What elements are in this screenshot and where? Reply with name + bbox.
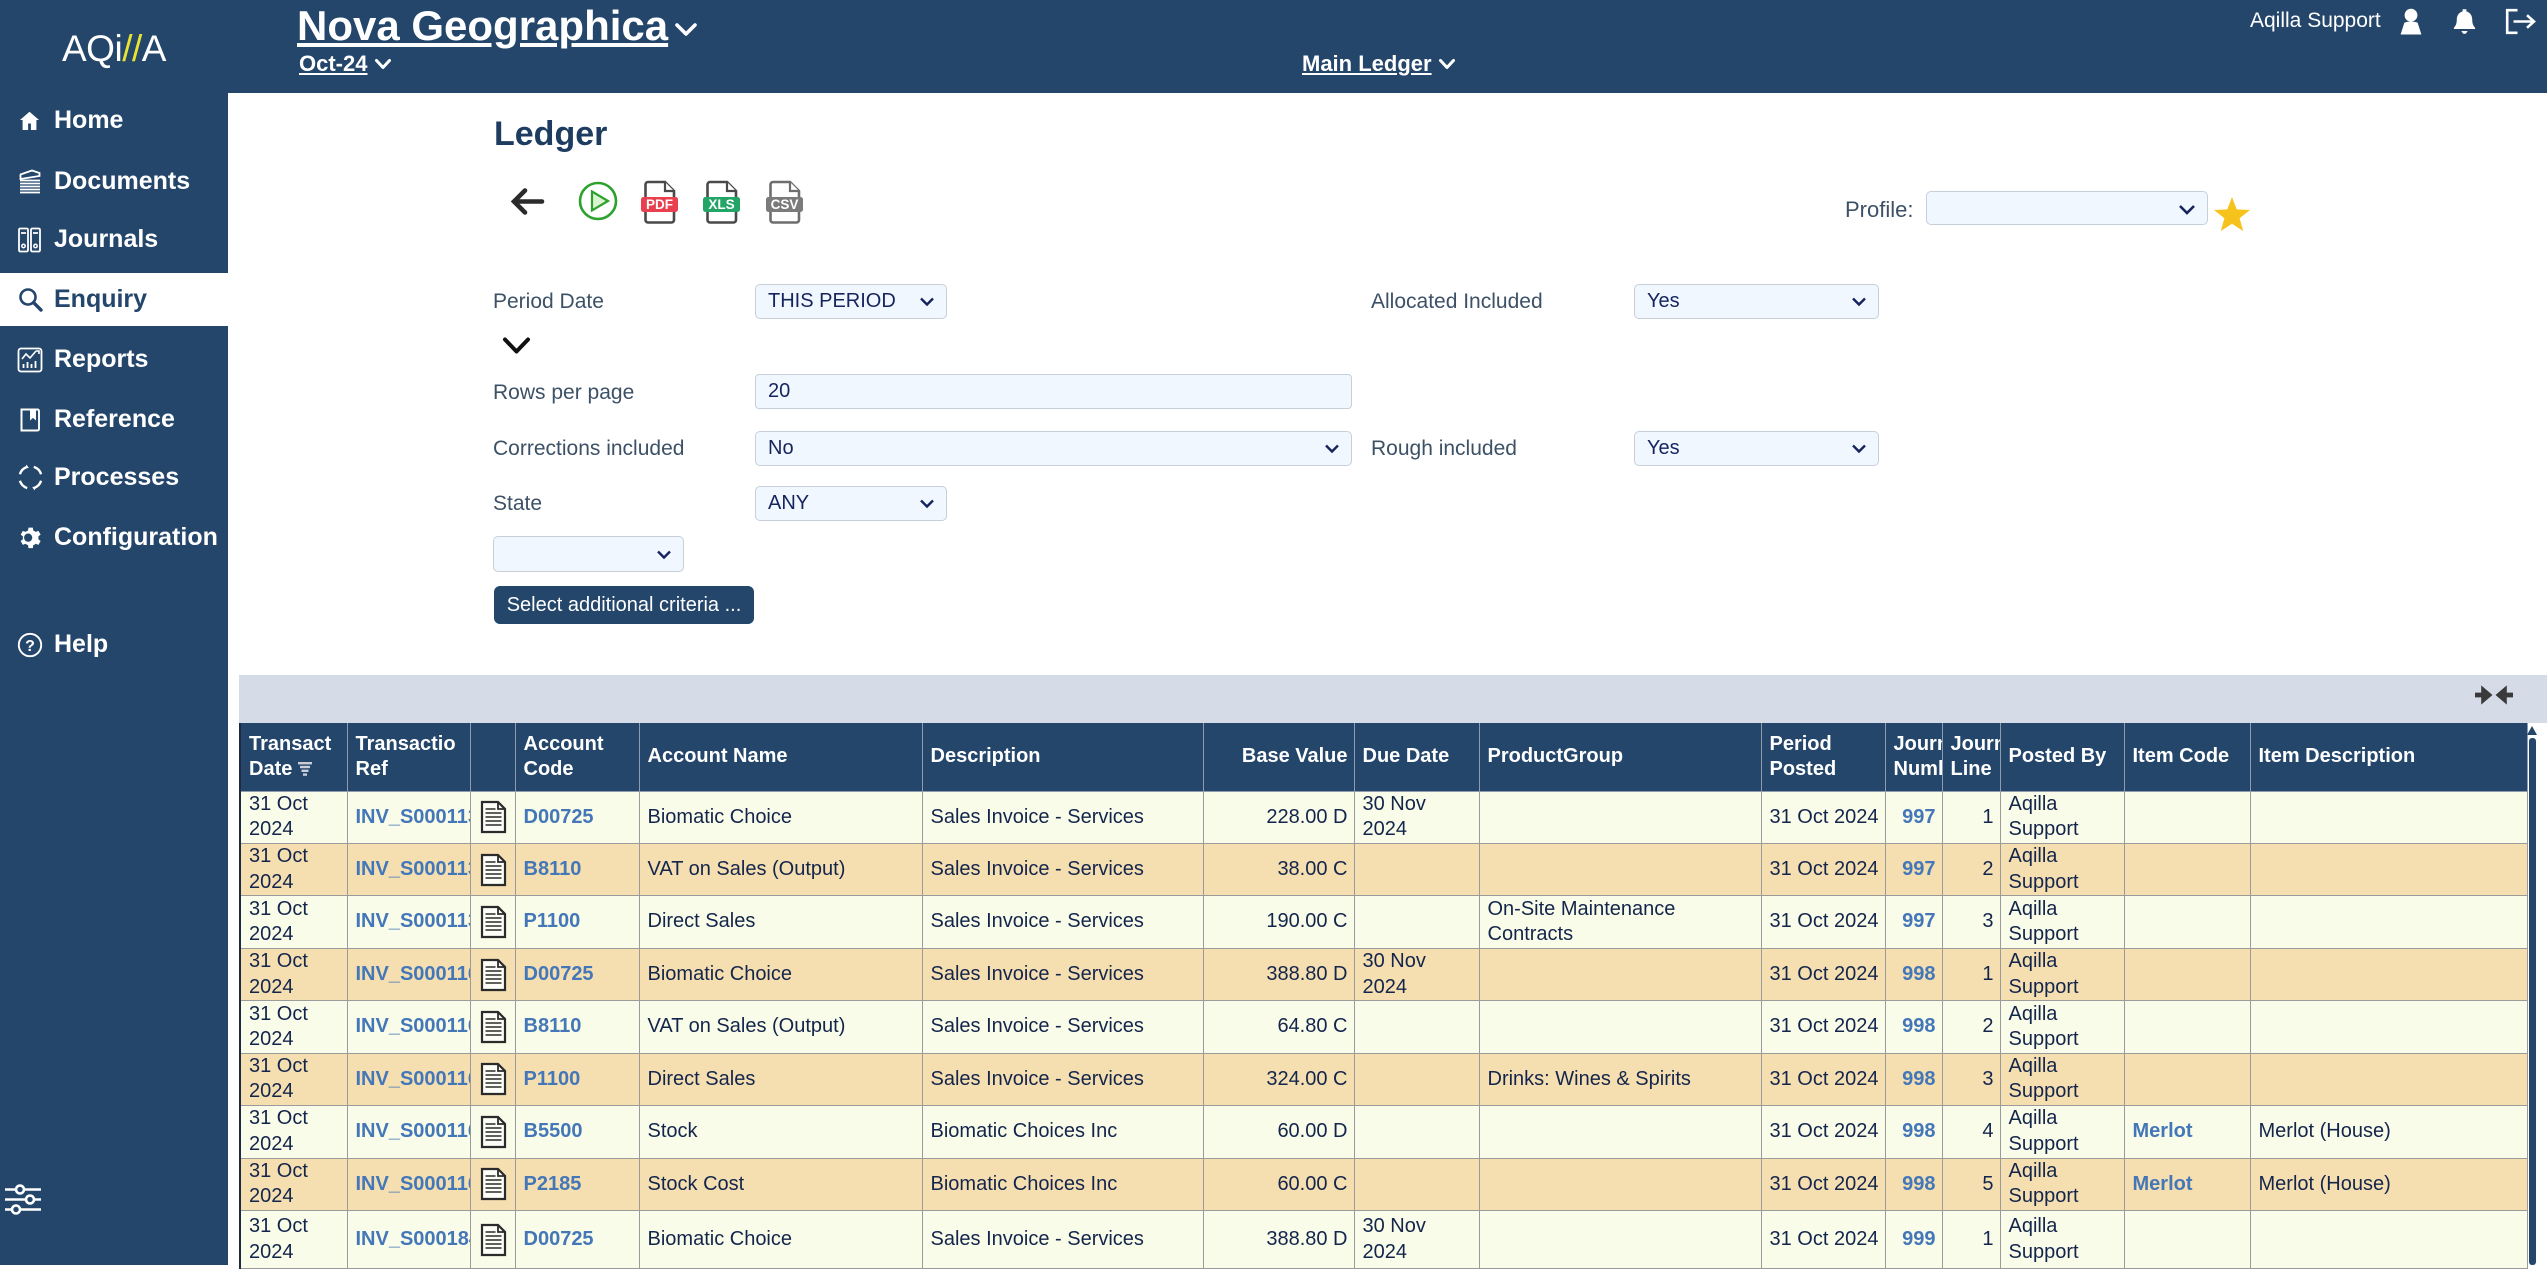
svg-text:XLS: XLS [708, 197, 734, 212]
svg-text:PDF: PDF [646, 197, 673, 212]
svg-text:?: ? [25, 638, 35, 655]
svg-text:CSV: CSV [771, 197, 799, 212]
